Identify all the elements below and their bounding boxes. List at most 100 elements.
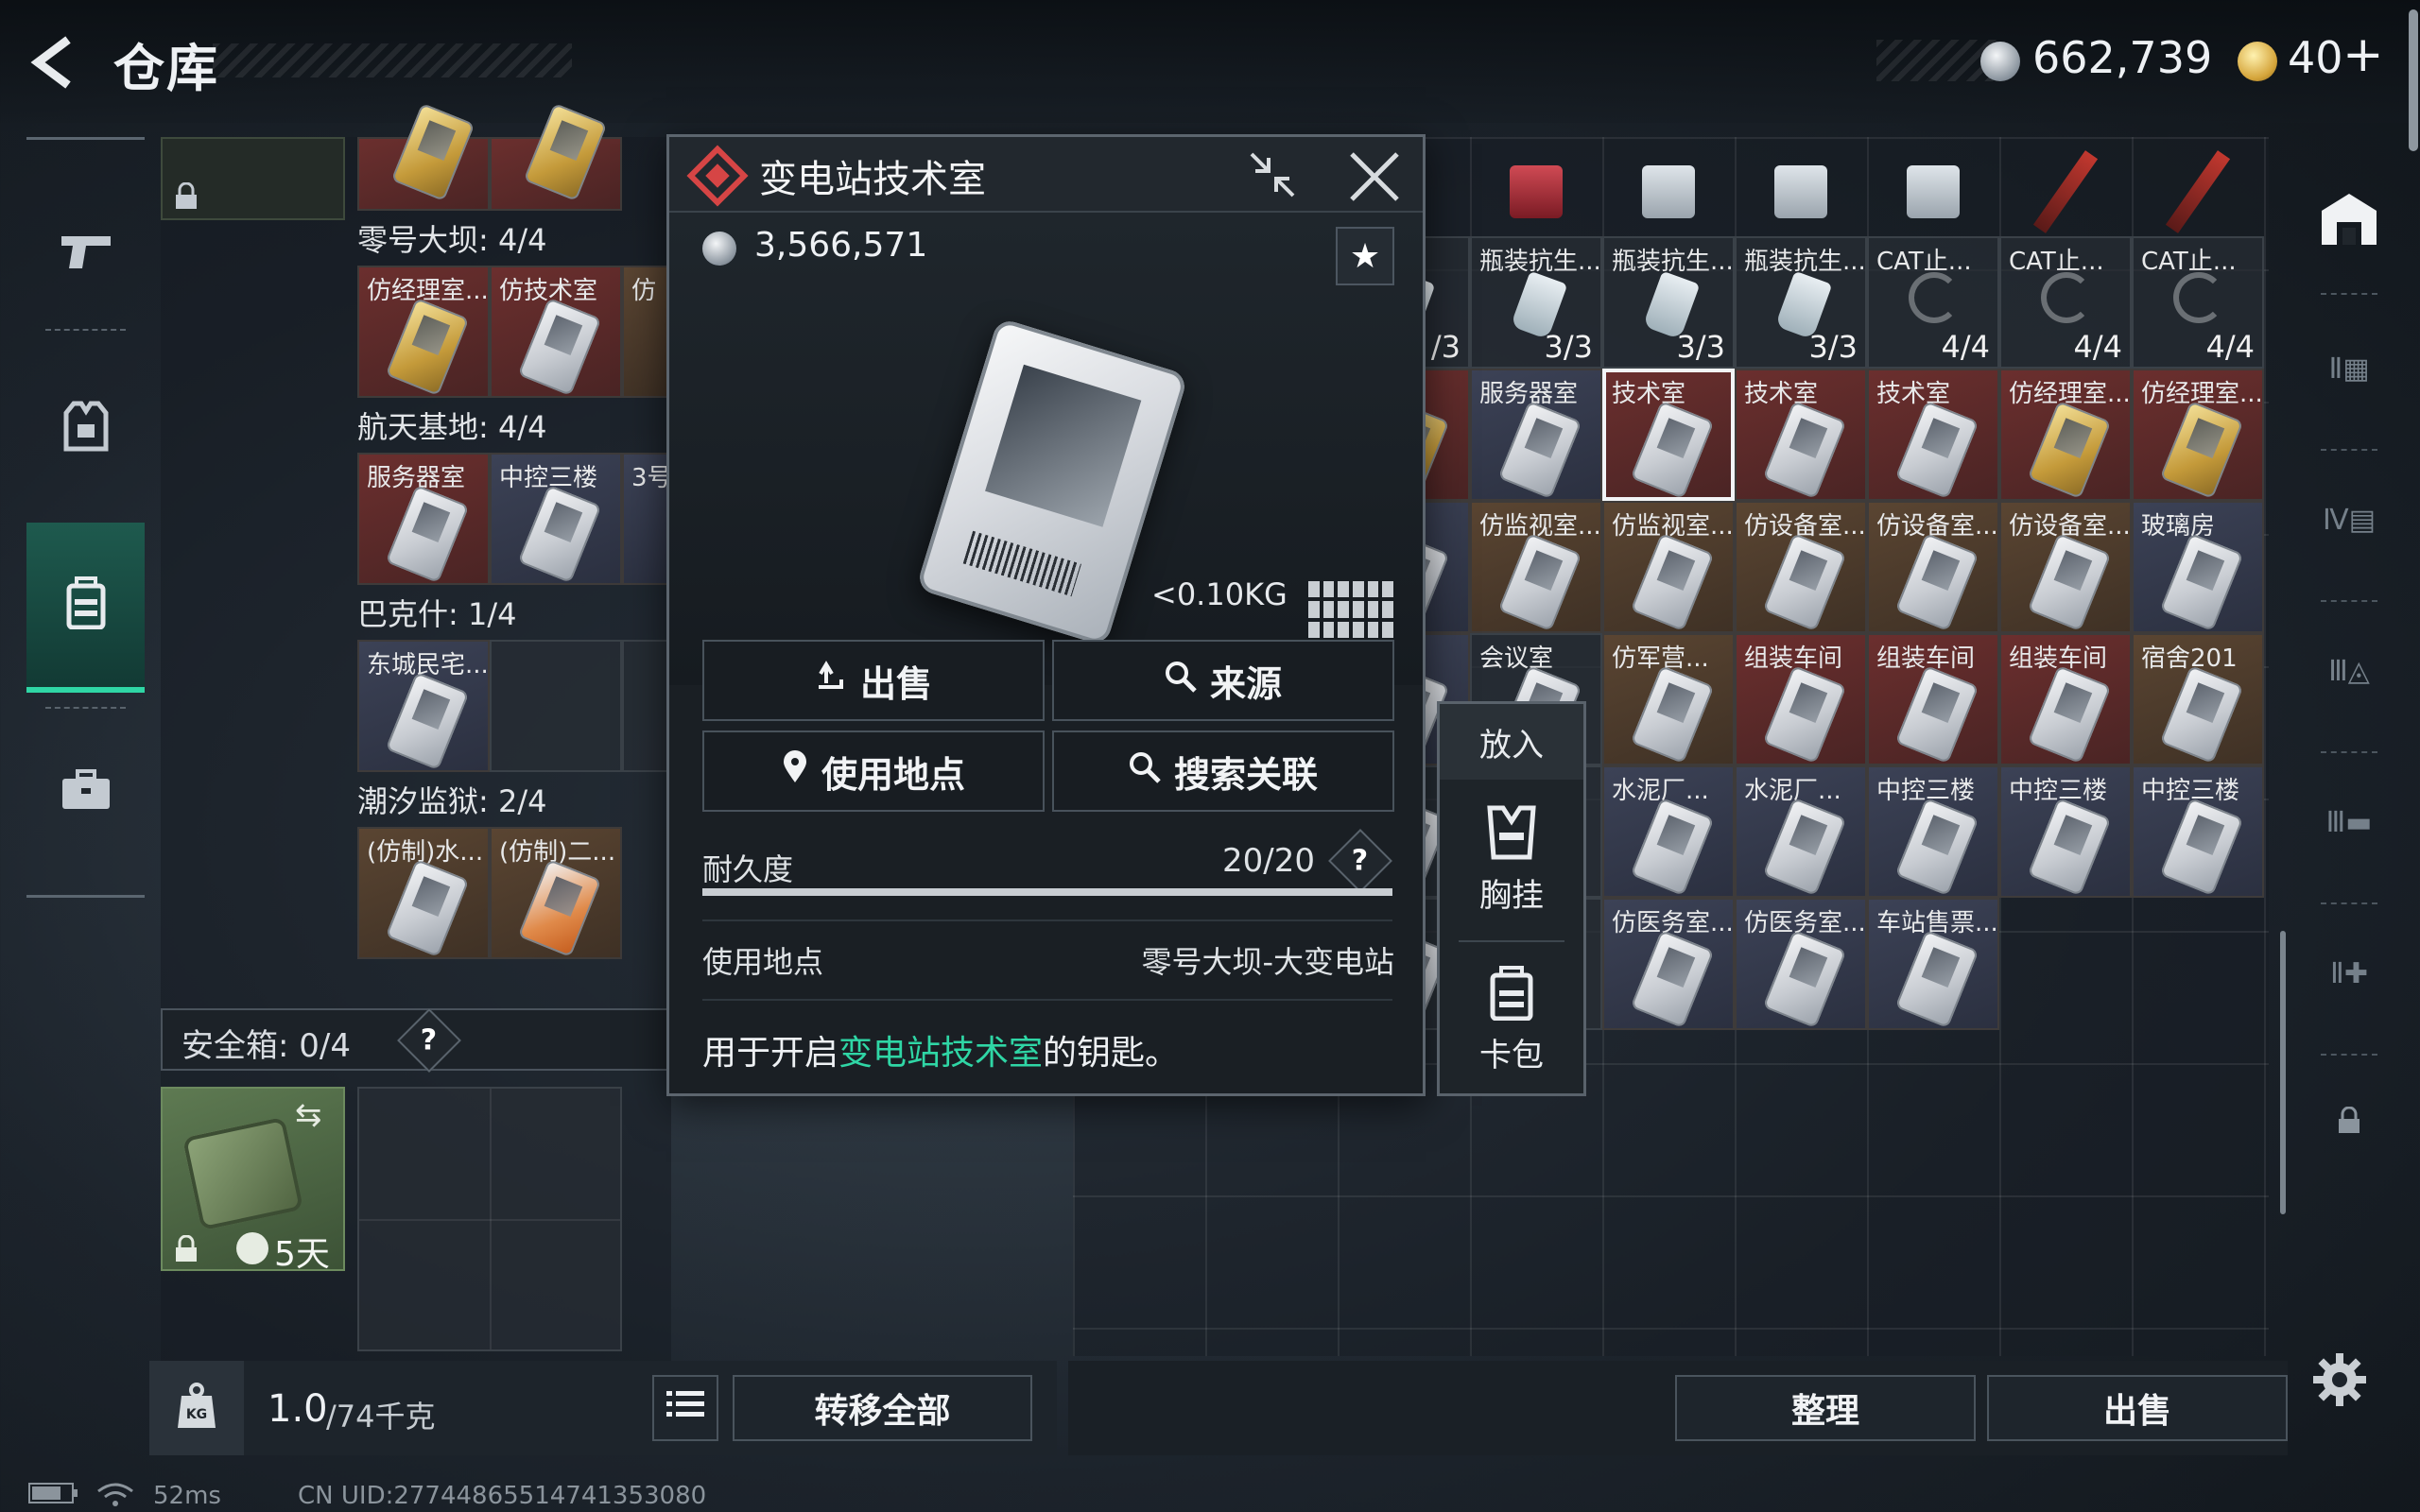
popup-sell-button[interactable]: 出售 [702, 640, 1045, 721]
item-slot[interactable]: 仿技术室 [490, 266, 622, 398]
item-slot[interactable]: 中控三楼 [490, 453, 622, 585]
storage-item-slot[interactable]: 组装车间 [1735, 633, 1867, 765]
list-view-button[interactable] [652, 1375, 718, 1441]
warehouse-tab-weapons[interactable]: Ⅲ▬ [2307, 780, 2392, 865]
item-slot[interactable]: 东城民宅... [357, 640, 490, 772]
swap-icon[interactable]: ⇆ [295, 1096, 322, 1134]
back-arrow-icon[interactable] [26, 34, 83, 91]
warehouse-tab-2[interactable]: Ⅱ▦ [2307, 326, 2392, 411]
storage-item-slot[interactable]: 瓶装抗生... 3/3 [1602, 236, 1735, 369]
nav-briefcase[interactable] [26, 707, 145, 877]
item-slot[interactable]: 仿经理室... [357, 266, 490, 398]
storage-item-slot[interactable]: 中控三楼 [1867, 765, 1999, 898]
storage-item-slot[interactable]: 仿经理室... [2132, 369, 2264, 501]
storage-item-slot[interactable]: 仿设备室... [1735, 501, 1867, 633]
item-slot[interactable]: 服务器室 [357, 453, 490, 585]
favorite-star-button[interactable]: ★ [1336, 227, 1394, 285]
storage-item-slot[interactable]: CAT止... 4/4 [1999, 236, 2132, 369]
warehouse-tab-main[interactable] [2307, 180, 2392, 265]
page-title: 仓库 [113, 39, 219, 98]
card-pack-option[interactable]: 卡包 [1440, 945, 1583, 1096]
description-suffix: 的钥匙。 [1043, 1034, 1180, 1073]
storage-medical-icon: Ⅱ✚ [2330, 956, 2368, 990]
storage-item-slot[interactable]: 服务器室 [1470, 369, 1602, 501]
storage-item-slot[interactable]: 仿军营... [1602, 633, 1735, 765]
keycard-image [1894, 400, 1979, 500]
add-currency-button[interactable]: + [2342, 26, 2384, 83]
item-slot[interactable]: 3号 [622, 453, 669, 585]
safe-box-help-button[interactable]: ? [397, 1008, 461, 1073]
safe-box-slot[interactable]: ⇆ 5天 [161, 1087, 345, 1274]
warehouse-tab-medical[interactable]: Ⅱ✚ [2307, 931, 2392, 1016]
keycard-image [2159, 532, 2244, 632]
item-slot[interactable] [357, 102, 490, 211]
storage-item-slot[interactable]: 仿经理室... [1999, 369, 2132, 501]
storage-item-slot[interactable]: 组装车间 [1999, 633, 2132, 765]
rarity-diamond-icon [686, 145, 749, 207]
storage-item-slot[interactable]: 仿医务室... [1735, 898, 1867, 1030]
item-slot[interactable]: (仿制)二... [490, 827, 622, 959]
item-slot[interactable]: (仿制)水... [357, 827, 490, 959]
safe-box-empty-grid[interactable] [357, 1087, 622, 1351]
chest-rig-option[interactable]: 胸挂 [1440, 784, 1583, 936]
drink-glass-image [1907, 165, 1960, 218]
warehouse-icon [2316, 188, 2382, 256]
warehouse-tab-4[interactable]: Ⅳ▤ [2307, 477, 2392, 562]
section-label-tidal-prison: 潮汐监狱: 2/4 [357, 783, 547, 819]
storage-item-slot[interactable]: 中控三楼 [1999, 765, 2132, 898]
transfer-all-button[interactable]: 转移全部 [733, 1375, 1032, 1441]
storage-scrollbar[interactable] [2280, 931, 2286, 1214]
use-location-button[interactable]: 使用地点 [702, 730, 1045, 812]
item-label: 中控三楼 [2141, 777, 2240, 805]
storage-item-slot[interactable]: 技术室 [1867, 369, 1999, 501]
item-label: 仿技术室 [499, 277, 598, 305]
storage-item-slot[interactable]: 车站售票... [1867, 898, 1999, 1030]
keycard-image [2159, 664, 2244, 765]
close-icon[interactable] [1348, 150, 1401, 207]
durability-help-button[interactable]: ? [1328, 829, 1392, 893]
search-related-button[interactable]: 搜索关联 [1052, 730, 1394, 812]
page-scrollbar[interactable] [2409, 9, 2418, 151]
storage-item-slot[interactable]: 宿舍201 [2132, 633, 2264, 765]
empty-slot[interactable] [490, 640, 622, 772]
storage-item-slot[interactable]: 技术室 [1735, 369, 1867, 501]
nav-weapons[interactable] [26, 168, 145, 338]
nav-backpack[interactable] [26, 523, 145, 693]
storage-item-slot[interactable]: 中控三楼 [2132, 765, 2264, 898]
item-label: 瓶装抗生... [1479, 248, 1601, 276]
storage-item-slot[interactable]: 水泥厂... [1735, 765, 1867, 898]
item-slot[interactable]: 仿 [622, 266, 669, 398]
keycard-image [517, 858, 602, 958]
item-label: (仿制)二... [499, 838, 616, 867]
vest-icon [62, 400, 110, 456]
storage-item-slot[interactable]: 瓶装抗生... 3/3 [1735, 236, 1867, 369]
safe-box-image [182, 1116, 304, 1231]
storage-item-slot[interactable]: 瓶装抗生... 3/3 [1470, 236, 1602, 369]
syringe-image [2032, 150, 2099, 233]
warehouse-tab-locked[interactable] [2307, 1082, 2392, 1167]
nav-armor[interactable] [26, 343, 145, 513]
storage-item-slot[interactable]: 仿设备室... [1999, 501, 2132, 633]
storage-item-slot[interactable]: 仿监视室... [1602, 501, 1735, 633]
empty-slot[interactable] [622, 640, 669, 772]
source-button[interactable]: 来源 [1052, 640, 1394, 721]
sell-button[interactable]: 出售 [1987, 1375, 2288, 1441]
storage-item-slot[interactable]: 组装车间 [1867, 633, 1999, 765]
collapse-icon[interactable] [1248, 150, 1297, 203]
item-slot[interactable] [490, 102, 622, 211]
sort-button[interactable]: 整理 [1675, 1375, 1976, 1441]
storage-item-slot[interactable]: 水泥厂... [1602, 765, 1735, 898]
storage-item-slot[interactable]: 仿医务室... [1602, 898, 1735, 1030]
storage-item-slot[interactable]: CAT止... 4/4 [2132, 236, 2264, 369]
put-in-header: 放入 [1440, 704, 1583, 780]
storage-item-slot[interactable]: 仿设备室... [1867, 501, 1999, 633]
storage-item-slot[interactable]: 仿监视室... [1470, 501, 1602, 633]
card-pack-icon [1490, 966, 1533, 1029]
warehouse-tab-3[interactable]: Ⅲ◬ [2307, 628, 2392, 713]
storage-item-slot[interactable]: 玻璃房 [2132, 501, 2264, 633]
equipped-item-slot[interactable] [161, 137, 345, 220]
settings-gear-icon[interactable] [2311, 1351, 2368, 1412]
keycard-image [2027, 664, 2112, 765]
tourniquet-image [2173, 272, 2224, 323]
storage-item-slot[interactable]: CAT止... 4/4 [1867, 236, 1999, 369]
